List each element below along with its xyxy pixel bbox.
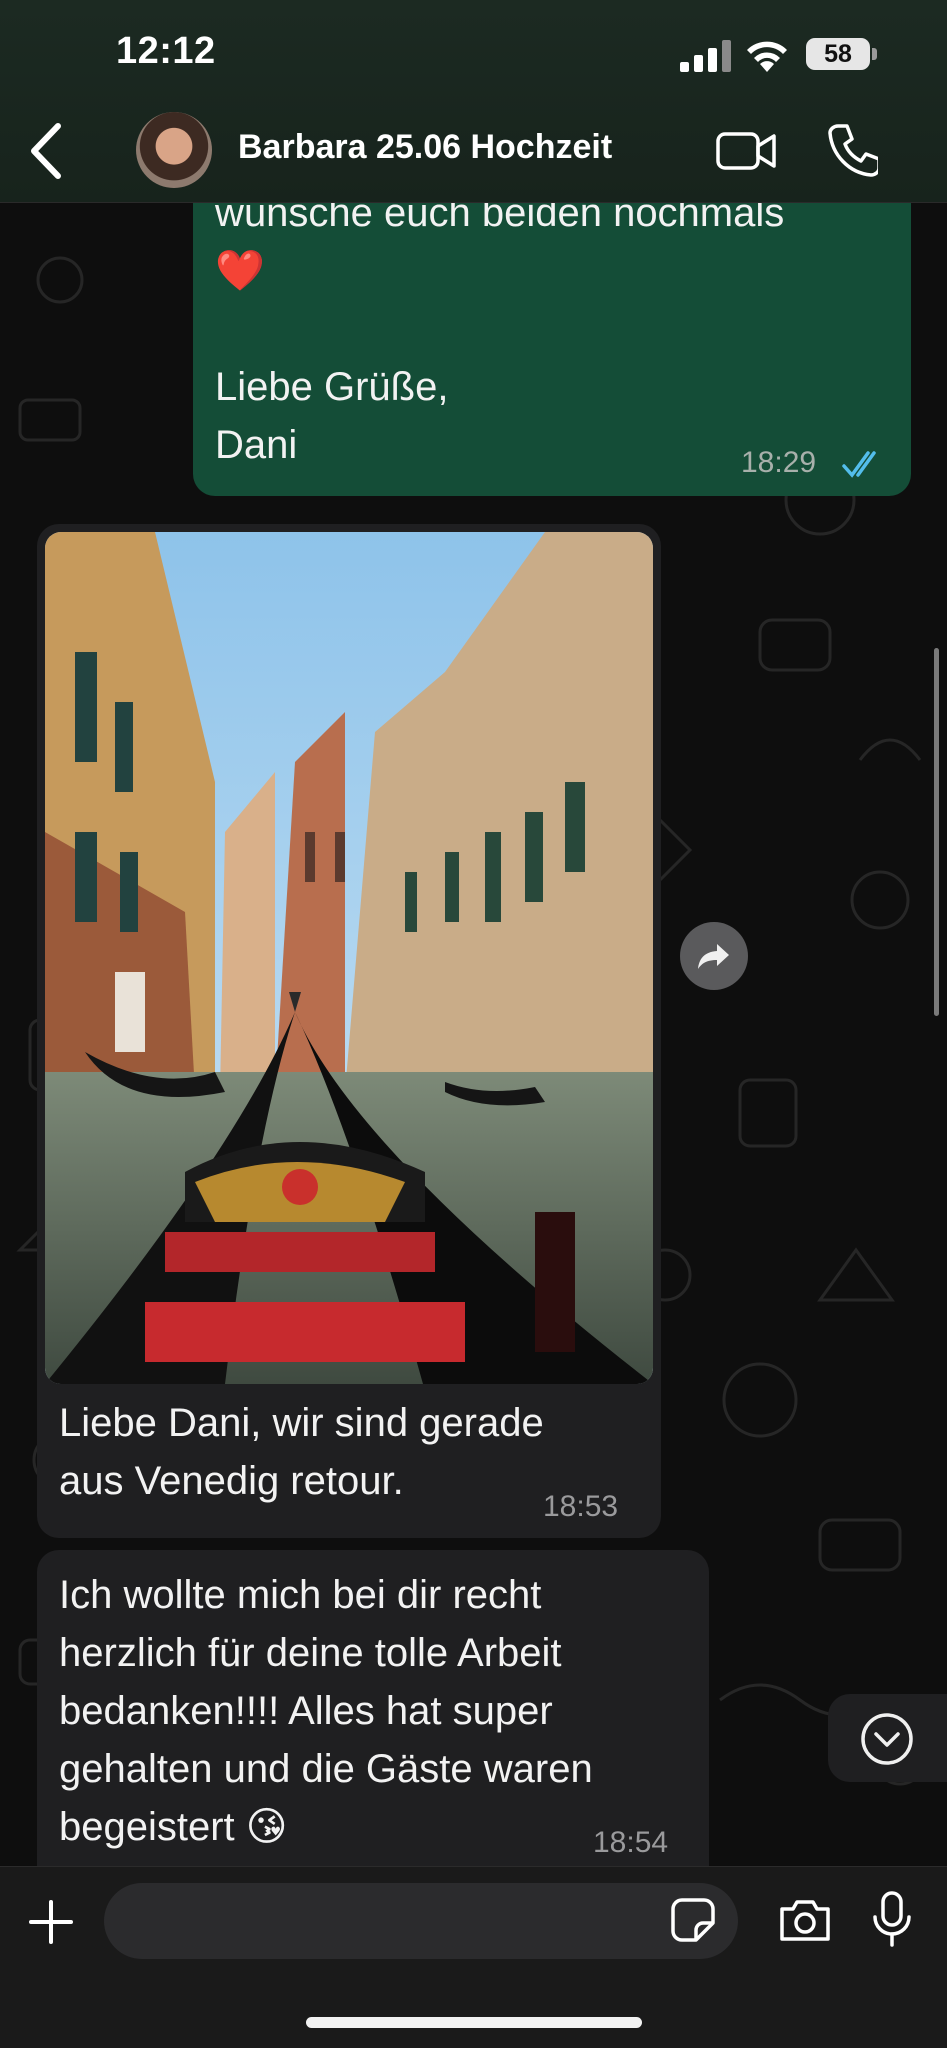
camera-button[interactable] [778, 1897, 832, 1943]
contact-name[interactable]: Barbara 25.06 Hochzeit [238, 128, 612, 167]
status-time: 12:12 [116, 30, 216, 72]
cellular-signal-icon [680, 40, 731, 72]
scrollbar[interactable] [934, 648, 939, 1016]
message-time: 18:29 [741, 446, 817, 479]
home-indicator [306, 2017, 642, 2028]
forward-button[interactable] [680, 922, 748, 990]
battery-level: 58 [806, 38, 870, 70]
forward-arrow-icon [698, 944, 729, 969]
chat-screen: wünsche euch beiden nochmals ❤️ Liebe Gr… [0, 0, 947, 2048]
battery-tip [872, 48, 877, 60]
video-call-button[interactable] [716, 128, 778, 174]
venice-canal-photo[interactable] [45, 532, 653, 1384]
chat-header: 12:12 58 Barbara 25.06 Hochzeit [0, 0, 947, 203]
voice-call-button[interactable] [828, 122, 878, 178]
outgoing-message[interactable]: wünsche euch beiden nochmals ❤️ Liebe Gr… [193, 170, 911, 496]
attach-button[interactable] [28, 1899, 74, 1945]
microphone-button[interactable] [872, 1891, 912, 1947]
incoming-image-message[interactable]: Liebe Dani, wir sind gerade aus Venedig … [37, 524, 661, 1538]
contact-avatar[interactable] [136, 112, 212, 188]
message-time: 18:53 [543, 1490, 619, 1523]
message-composer [0, 1866, 947, 2048]
message-time: 18:54 [593, 1826, 669, 1859]
wifi-icon [747, 41, 787, 72]
back-button[interactable] [22, 118, 72, 184]
sticker-button[interactable] [670, 1897, 716, 1943]
scroll-to-bottom-button[interactable] [828, 1694, 947, 1782]
incoming-message[interactable]: Ich wollte mich bei dir recht herzlich f… [37, 1550, 709, 1866]
chevron-down-circle-icon [861, 1713, 913, 1765]
message-text: wünsche euch beiden nochmals ❤️ Liebe Gr… [215, 191, 785, 467]
message-text: Ich wollte mich bei dir recht herzlich f… [59, 1573, 593, 1849]
double-check-icon [842, 451, 876, 478]
message-input[interactable] [104, 1883, 738, 1959]
